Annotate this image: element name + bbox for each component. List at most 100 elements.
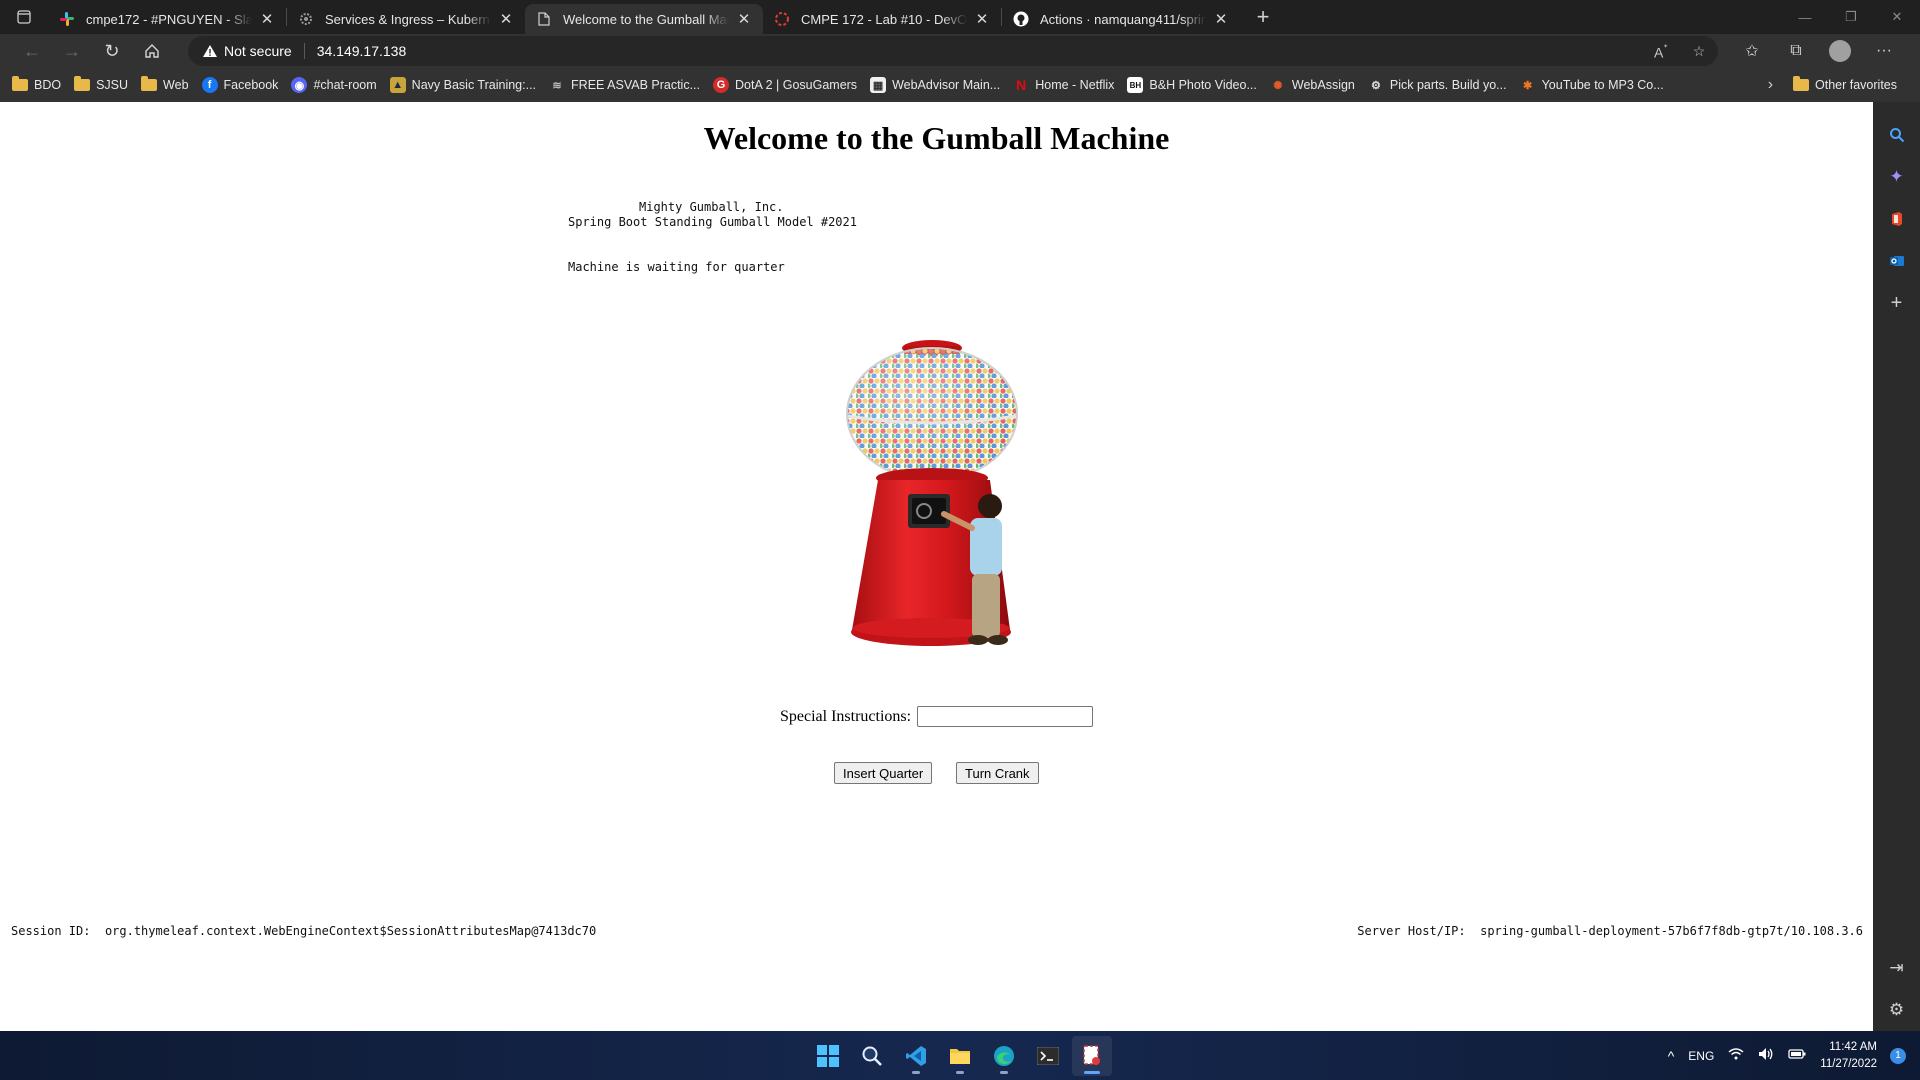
add-icon[interactable]: + [1873, 282, 1920, 324]
office-icon[interactable] [1873, 198, 1920, 240]
more-menu-icon[interactable]: ··· [1862, 36, 1906, 66]
turn-crank-button[interactable]: Turn Crank [956, 762, 1039, 784]
battery-icon[interactable] [1788, 1048, 1806, 1063]
warning-icon [203, 45, 217, 57]
bookmark-navy[interactable]: ▲ Navy Basic Training:... [389, 77, 537, 93]
session-label: Session ID: [11, 924, 91, 938]
address-bar[interactable]: Not secure 34.149.17.138 Aᐩ ☆ [188, 36, 1718, 66]
restore-icon[interactable]: ❐ [1828, 0, 1874, 34]
close-icon[interactable]: ✕ [258, 10, 276, 28]
session-value: org.thymeleaf.context.WebEngineContext$S… [104, 924, 597, 938]
bookmark-label: BDO [34, 78, 62, 92]
vscode-icon[interactable] [896, 1036, 936, 1076]
notification-badge[interactable]: 1 [1890, 1047, 1906, 1064]
discord-icon: ◉ [291, 77, 308, 93]
sparkle-icon[interactable]: ✦ [1873, 156, 1920, 198]
folder-icon [74, 76, 91, 91]
bookmark-webassign[interactable]: ✺ WebAssign [1270, 77, 1355, 93]
tab-kubernetes[interactable]: Services & Ingress – Kubernetes ✕ [287, 4, 525, 34]
bookmark-sjsu[interactable]: SJSU [74, 76, 128, 92]
bookmark-label: Home - Netflix [1035, 78, 1115, 92]
bookmark-label: DotA 2 | GosuGamers [735, 78, 858, 92]
bookmark-youtube-mp3[interactable]: ✱ YouTube to MP3 Co... [1520, 77, 1664, 93]
bookmark-label: WebAdvisor Main... [892, 78, 1001, 92]
toolbar-right: ✩ ⧉ ··· [1730, 36, 1906, 66]
bookmark-label: FREE ASVAB Practic... [571, 78, 701, 92]
url-text[interactable]: 34.149.17.138 [317, 43, 1642, 59]
bookmark-label: Web [163, 78, 189, 92]
bookmark-label: Navy Basic Training:... [411, 78, 537, 92]
wifi-icon[interactable] [1728, 1048, 1744, 1063]
tab-slack[interactable]: cmpe172 - #PNGUYEN - Slack ✕ [48, 4, 286, 34]
home-icon[interactable] [132, 36, 172, 66]
chevron-up-icon[interactable]: ^ [1668, 1048, 1675, 1064]
bookmark-webadvisor[interactable]: ▦ WebAdvisor Main... [870, 77, 1000, 93]
close-icon[interactable]: ✕ [497, 10, 515, 28]
bookmark-netflix[interactable]: N Home - Netflix [1013, 77, 1114, 93]
close-icon[interactable]: ✕ [973, 10, 991, 28]
clock-time: 11:42 AM [1829, 1040, 1877, 1053]
bookmark-web[interactable]: Web [141, 76, 189, 92]
insert-quarter-button[interactable]: Insert Quarter [834, 762, 933, 784]
tab-canvas-lab[interactable]: CMPE 172 - Lab #10 - DevOps C ✕ [763, 4, 1001, 34]
start-icon[interactable] [808, 1036, 848, 1076]
search-icon[interactable] [1873, 114, 1920, 156]
tab-title: Services & Ingress – Kubernetes [325, 11, 491, 27]
gosu-icon: G [713, 77, 730, 93]
bookmark-pcpartpicker[interactable]: ⚙ Pick parts. Build yo... [1368, 77, 1507, 93]
bookmark-facebook[interactable]: f Facebook [201, 77, 278, 93]
wifi-icon: ≋ [552, 79, 562, 92]
server-info: Server Host/IP: spring-gumball-deploymen… [1357, 924, 1863, 938]
bookmark-label: Other favorites [1815, 78, 1897, 92]
tab-actions-icon[interactable] [0, 0, 48, 34]
hide-sidebar-icon[interactable]: ⇥ [1873, 947, 1920, 989]
bookmark-asvab[interactable]: ≋ FREE ASVAB Practic... [549, 77, 700, 93]
favorites-icon[interactable]: ✩ [1730, 36, 1774, 66]
back-icon[interactable]: ← [12, 36, 52, 66]
profile-avatar-icon[interactable] [1829, 40, 1851, 62]
clock[interactable]: 11:42 AM 11/27/2022 [1820, 1039, 1877, 1073]
bookmark-label: #chat-room [313, 78, 377, 92]
edge-icon[interactable] [984, 1036, 1024, 1076]
new-tab-button[interactable]: + [1246, 2, 1280, 32]
tab-gumball[interactable]: Welcome to the Gumball Machine ✕ [525, 4, 763, 34]
tab-github-actions[interactable]: Actions · namquang411/spring-g ✕ [1002, 4, 1240, 34]
security-indicator[interactable]: Not secure [202, 43, 305, 59]
snipping-tool-icon[interactable] [1072, 1035, 1112, 1076]
read-aloud-icon[interactable]: Aᐩ [1642, 41, 1680, 61]
bookmark-other-favorites[interactable]: Other favorites [1793, 76, 1897, 92]
navy-icon: ▲ [389, 77, 406, 93]
bookmark-label: B&H Photo Video... [1149, 78, 1257, 92]
bookmark-chat-room[interactable]: ◉ #chat-room [291, 77, 377, 93]
running-indicator [956, 1070, 964, 1074]
close-window-icon[interactable]: ✕ [1874, 0, 1920, 34]
minimize-icon[interactable]: — [1782, 0, 1828, 34]
close-icon[interactable]: ✕ [735, 10, 753, 28]
system-tray: ^ ENG 11:42 AM 11/27/2022 1 [1661, 1031, 1920, 1080]
add-favorite-icon[interactable]: ☆ [1680, 43, 1718, 60]
clock-date: 11/27/2022 [1820, 1057, 1877, 1070]
refresh-icon[interactable]: ↻ [92, 36, 132, 66]
special-instructions-label: Special Instructions: [780, 707, 912, 725]
bookmark-bh[interactable]: BH B&H Photo Video... [1127, 77, 1257, 93]
outlook-icon[interactable] [1873, 240, 1920, 282]
close-icon[interactable]: ✕ [1212, 10, 1230, 28]
special-instructions-input[interactable] [917, 706, 1094, 727]
folder-icon [141, 76, 158, 91]
audio-icon: ✱ [1523, 79, 1533, 92]
search-icon[interactable] [852, 1036, 892, 1076]
folder-icon [12, 76, 28, 91]
gumball-machine-image [846, 340, 1018, 646]
github-icon [1012, 10, 1030, 28]
bookmark-gosugamers[interactable]: G DotA 2 | GosuGamers [713, 77, 857, 93]
collections-icon[interactable]: ⧉ [1774, 36, 1818, 66]
volume-icon[interactable] [1758, 1047, 1774, 1064]
tab-strip: cmpe172 - #PNGUYEN - Slack ✕ Services & … [0, 0, 1920, 34]
settings-icon[interactable]: ⚙ [1873, 989, 1920, 1031]
forward-icon[interactable]: → [52, 36, 92, 66]
file-explorer-icon[interactable] [940, 1036, 980, 1076]
terminal-icon[interactable] [1028, 1036, 1068, 1076]
bookmark-bdo[interactable]: BDO [12, 76, 62, 92]
chevron-right-icon[interactable]: › [1768, 76, 1773, 94]
language-indicator[interactable]: ENG [1688, 1049, 1714, 1063]
